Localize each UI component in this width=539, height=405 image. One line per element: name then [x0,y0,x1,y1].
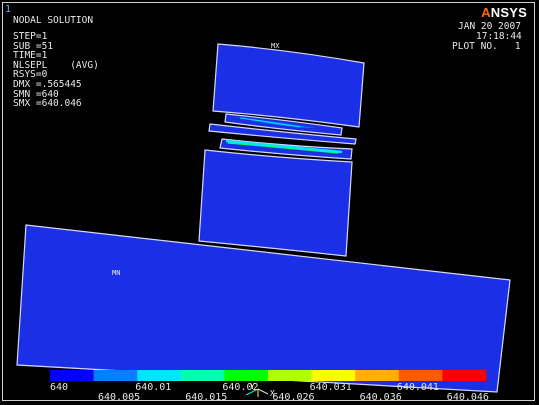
legend-swatch [93,370,138,381]
legend-swatch [442,370,487,381]
legend-label-top: 640.01 [135,382,172,393]
max-marker: MX [271,42,280,50]
min-marker: MN [112,269,121,277]
legend-label-bottom: 640.036 [359,392,402,403]
legend-label-top: 640.02 [222,382,259,393]
legend-swatch [224,370,269,381]
triad-x-line [257,388,269,395]
legend-label-bottom: 640.046 [446,392,489,403]
legend-label-bottom: 640.015 [185,392,228,403]
base-plate [16,224,511,393]
legend-label-bottom: 640.005 [98,392,141,403]
legend-swatch [180,370,225,381]
legend-label-bottom: 640.026 [272,392,315,403]
lower-cylinder [198,149,353,257]
legend-swatch [311,370,356,381]
legend-swatch [137,370,182,381]
contour-legend-bar [50,370,487,381]
legend-swatch [268,370,313,381]
legend-label-top: 640.031 [309,382,352,393]
legend-swatch [50,370,95,381]
legend-swatch [398,370,443,381]
model-view [16,43,511,397]
legend-swatch [355,370,400,381]
legend-label-top: 640.041 [396,382,439,393]
legend-label-top: 640 [50,382,69,393]
